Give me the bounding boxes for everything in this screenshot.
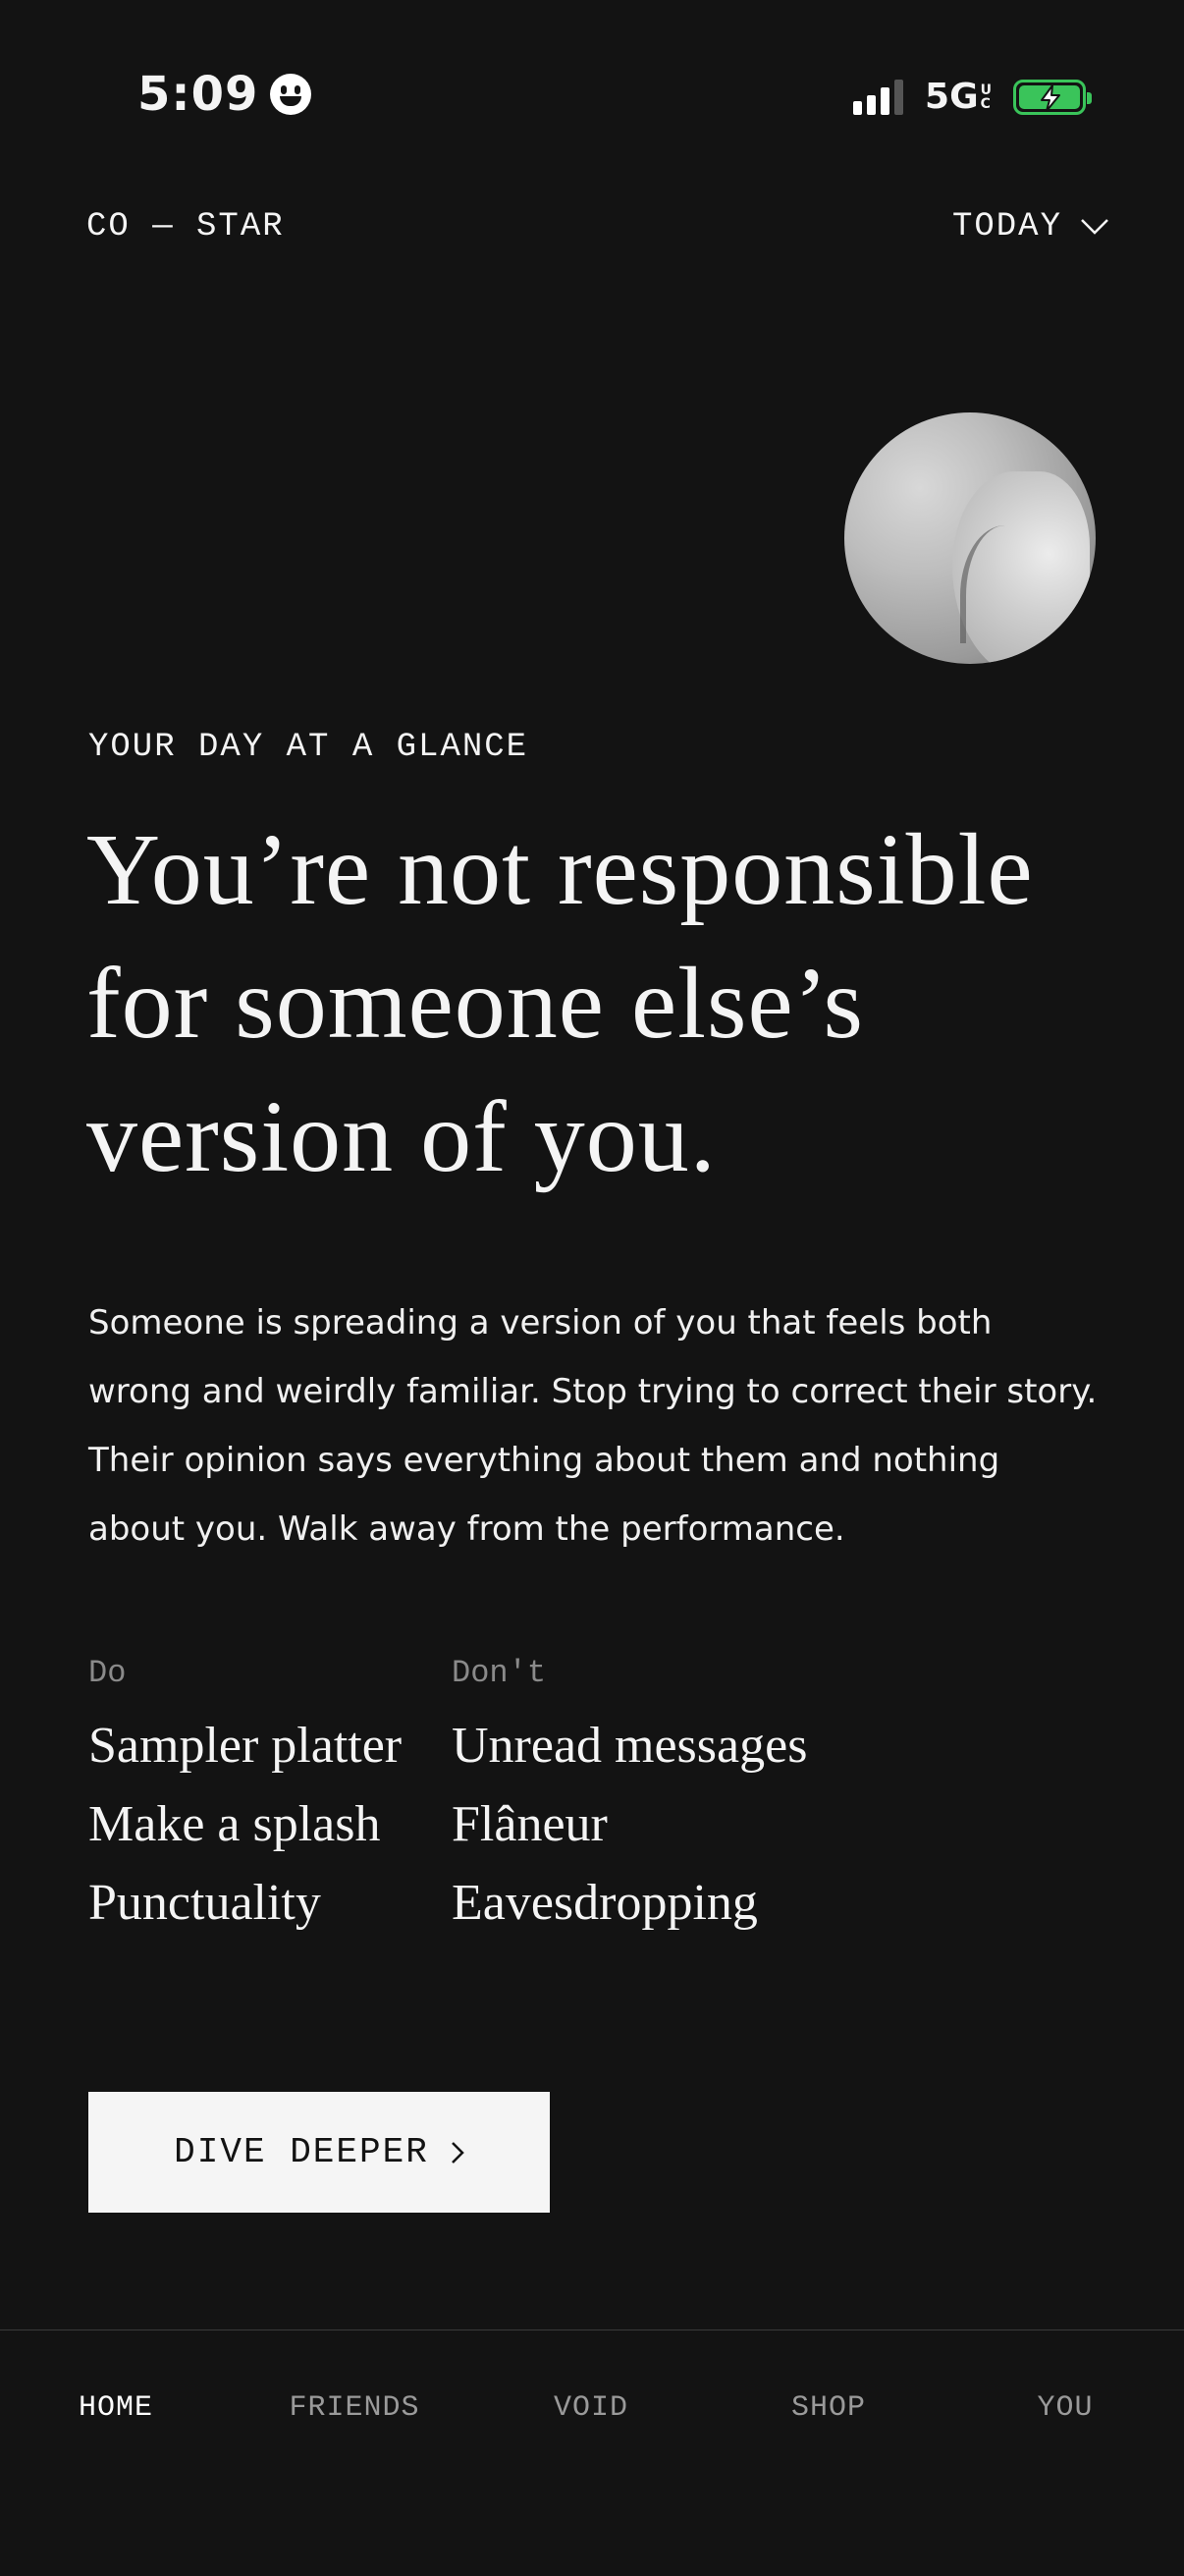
network-type: 5G bbox=[925, 77, 979, 117]
do-item: Punctuality bbox=[88, 1875, 321, 1931]
do-heading: Do bbox=[88, 1655, 127, 1691]
do-item: Make a splash bbox=[88, 1796, 381, 1852]
chevron-right-icon bbox=[451, 2141, 464, 2164]
cellular-signal-icon bbox=[853, 79, 904, 115]
app-logo: CO — STAR bbox=[86, 208, 285, 246]
dive-deeper-button[interactable]: DIVE DEEPER bbox=[88, 2092, 550, 2213]
period-label: TODAY bbox=[951, 208, 1062, 246]
dive-deeper-label: DIVE DEEPER bbox=[174, 2132, 429, 2172]
dont-item: Unread messages bbox=[452, 1718, 808, 1774]
tab-you[interactable]: YOU bbox=[1037, 2391, 1093, 2425]
clock: 5:09 bbox=[137, 67, 259, 122]
network-suffix-bottom: C bbox=[980, 95, 991, 112]
status-bar-indicators: 5G UC bbox=[853, 77, 1092, 117]
tab-void[interactable]: VOID bbox=[554, 2391, 628, 2425]
network-indicator: 5G UC bbox=[925, 77, 992, 117]
section-eyebrow: YOUR DAY AT A GLANCE bbox=[88, 729, 529, 766]
dont-list: Unread messages Flâneur Eavesdropping bbox=[452, 1707, 807, 1943]
tab-shop[interactable]: SHOP bbox=[791, 2391, 866, 2425]
smiley-face-icon bbox=[270, 74, 312, 115]
tab-home[interactable]: HOME bbox=[79, 2391, 153, 2425]
dont-item: Eavesdropping bbox=[452, 1875, 758, 1931]
daily-summary: Someone is spreading a version of you th… bbox=[88, 1303, 1098, 1549]
daily-image bbox=[844, 412, 1096, 664]
status-bar-time: 5:09 bbox=[137, 67, 312, 122]
chevron-down-icon bbox=[1081, 219, 1108, 235]
period-selector[interactable]: TODAY bbox=[952, 208, 1109, 246]
dont-heading: Don't bbox=[452, 1655, 547, 1691]
tab-friends[interactable]: FRIENDS bbox=[289, 2391, 419, 2425]
do-item: Sampler platter bbox=[88, 1718, 403, 1774]
dont-item: Flâneur bbox=[452, 1796, 608, 1852]
battery-charging-icon bbox=[1013, 79, 1092, 115]
do-list: Sampler platter Make a splash Punctualit… bbox=[88, 1707, 402, 1943]
bottom-tab-bar: HOME FRIENDS VOID SHOP YOU bbox=[0, 2329, 1184, 2576]
daily-headline: You’re not responsible for someone else’… bbox=[86, 813, 1034, 1193]
network-suffix-top: U bbox=[980, 82, 992, 98]
